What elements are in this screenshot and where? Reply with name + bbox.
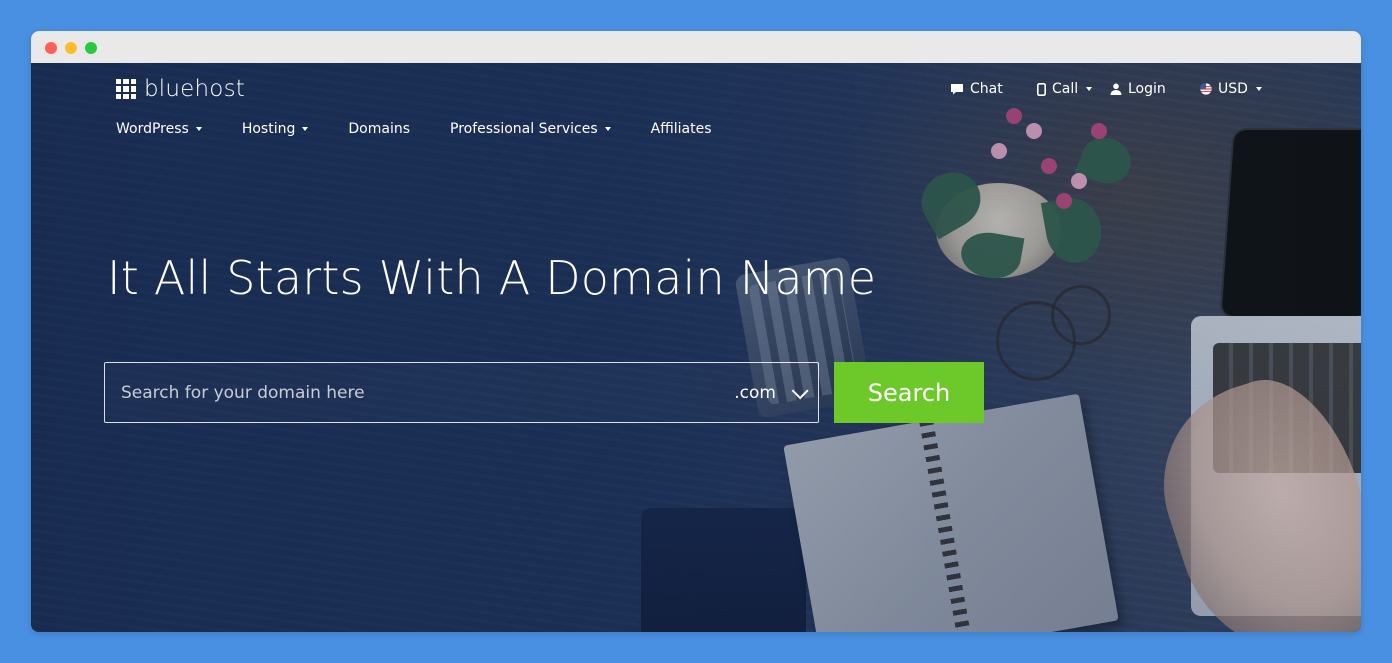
call-link[interactable]: Call (1037, 81, 1093, 97)
currency-selector[interactable]: USD (1200, 81, 1262, 97)
nav-item-label: Professional Services (450, 121, 598, 137)
domain-search-input[interactable] (105, 363, 735, 422)
maximize-window-button[interactable] (85, 42, 97, 54)
user-icon (1110, 83, 1122, 95)
chat-bubble-icon (951, 84, 963, 95)
notebook-spiral (919, 419, 973, 632)
bluehost-logo[interactable]: bluehost (116, 76, 245, 102)
nav-item-affiliates[interactable]: Affiliates (651, 121, 712, 137)
laptop-screen-decoration (1219, 128, 1361, 318)
login-label: Login (1128, 81, 1166, 97)
logo-text: bluehost (144, 76, 245, 102)
hero-section: bluehost Chat Call Login USD WordPress H… (31, 63, 1361, 632)
minimize-window-button[interactable] (65, 42, 77, 54)
nav-item-label: Affiliates (650, 121, 712, 137)
flower-decoration (1026, 123, 1042, 139)
nav-item-domains[interactable]: Domains (348, 121, 410, 137)
search-button[interactable]: Search (834, 362, 984, 423)
flower-decoration (1041, 158, 1057, 174)
flower-decoration (1091, 123, 1107, 139)
call-label: Call (1052, 81, 1079, 97)
nav-item-professional-services[interactable]: Professional Services (450, 121, 611, 137)
nav-item-label: Domains (348, 121, 410, 137)
flower-decoration (1006, 108, 1022, 124)
us-flag-icon (1200, 83, 1212, 95)
currency-dropdown-caret-icon (1255, 87, 1262, 91)
main-navigation: WordPress Hosting Domains Professional S… (116, 121, 712, 137)
login-link[interactable]: Login (1110, 81, 1166, 97)
domain-search-box: .com (104, 362, 819, 423)
grid-logo-icon (116, 79, 136, 99)
nav-item-label: WordPress (116, 121, 189, 137)
tld-selector[interactable]: .com (734, 381, 818, 403)
nav-item-label: Hosting (241, 121, 296, 137)
call-dropdown-caret-icon (1086, 87, 1093, 91)
glasses-decoration (1051, 285, 1111, 345)
mobile-phone-icon (1037, 82, 1046, 96)
nav-item-wordpress[interactable]: WordPress (116, 121, 202, 137)
chevron-down-icon (791, 381, 809, 399)
flower-decoration (1071, 173, 1087, 189)
flower-decoration (1056, 193, 1072, 209)
dropdown-caret-icon (195, 127, 202, 131)
flower-decoration (991, 143, 1007, 159)
dropdown-caret-icon (302, 127, 309, 131)
nav-item-hosting[interactable]: Hosting (242, 121, 309, 137)
hero-title: It All Starts With A Domain Name (107, 251, 877, 305)
chat-link[interactable]: Chat (950, 81, 1003, 97)
close-window-button[interactable] (45, 42, 57, 54)
book-decoration (641, 508, 806, 632)
dropdown-caret-icon (604, 127, 611, 131)
browser-window: bluehost Chat Call Login USD WordPress H… (31, 31, 1361, 632)
chat-label: Chat (970, 81, 1003, 97)
window-titlebar (31, 31, 1361, 63)
tld-value: .com (734, 382, 776, 403)
currency-label: USD (1218, 81, 1248, 97)
